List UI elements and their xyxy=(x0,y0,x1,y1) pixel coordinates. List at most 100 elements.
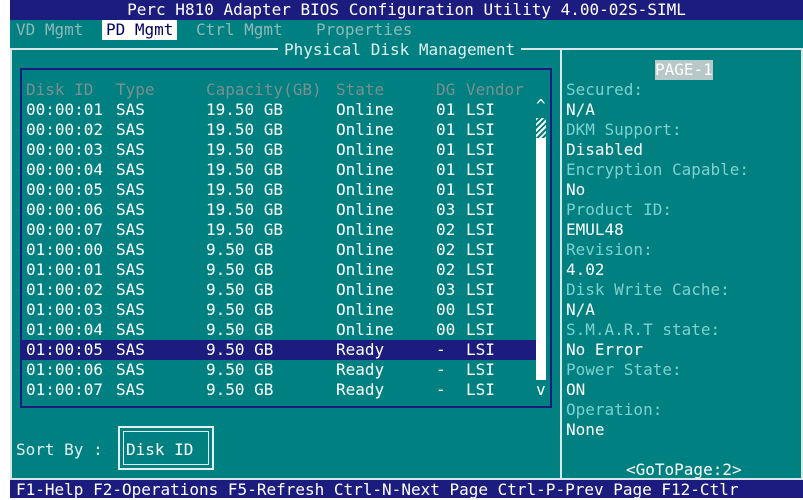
cell-dg: - xyxy=(436,340,446,359)
sort-by-value[interactable]: Disk ID xyxy=(126,440,193,460)
scroll-up-arrow[interactable]: ^ xyxy=(536,96,546,116)
detail-value: No Error xyxy=(566,340,644,359)
detail-value: Disabled xyxy=(566,140,644,159)
cell-dg: 01 xyxy=(436,180,456,199)
cell-state: Online xyxy=(336,240,394,259)
detail-value: No xyxy=(566,180,586,199)
tab-vd-mgmt[interactable]: VD Mgmt xyxy=(16,20,83,40)
cell-capacity: 19.50 GB xyxy=(206,160,284,179)
cell-type: SAS xyxy=(116,160,145,179)
window-edge xyxy=(0,20,10,498)
cell-capacity: 19.50 GB xyxy=(206,180,284,199)
cell-vendor: LSI xyxy=(466,300,495,319)
tab-properties[interactable]: Properties xyxy=(316,20,412,40)
cell-type: SAS xyxy=(116,240,145,259)
table-row[interactable]: 01:00:05 SAS 9.50 GB Ready - LSI xyxy=(22,340,536,360)
cell-capacity: 9.50 GB xyxy=(206,380,274,399)
cell-state: Online xyxy=(336,300,394,319)
cell-vendor: LSI xyxy=(466,280,495,299)
cell-state: Online xyxy=(336,140,394,159)
scroll-track-top[interactable] xyxy=(536,118,546,138)
table-row[interactable]: 00:00:05 SAS 19.50 GB Online 01 LSI xyxy=(22,180,536,200)
cell-type: SAS xyxy=(116,200,145,219)
cell-type: SAS xyxy=(116,100,145,119)
cell-dg: 02 xyxy=(436,220,456,239)
table-row[interactable]: 01:00:01 SAS 9.50 GB Online 02 LSI xyxy=(22,260,536,280)
cell-type: SAS xyxy=(116,180,145,199)
cell-disk-id: 00:00:03 xyxy=(26,140,104,159)
header-vendor[interactable]: Vendor xyxy=(466,80,524,100)
cell-disk-id: 01:00:05 xyxy=(26,340,104,359)
cell-capacity: 9.50 GB xyxy=(206,360,274,379)
header-dg[interactable]: DG xyxy=(436,80,455,100)
detail-value: 4.02 xyxy=(566,260,605,279)
cell-vendor: LSI xyxy=(466,260,495,279)
panel-title: Physical Disk Management xyxy=(278,40,522,60)
cell-vendor: LSI xyxy=(466,200,495,219)
detail-key: Disk Write Cache: xyxy=(566,280,730,299)
cell-vendor: LSI xyxy=(466,240,495,259)
table-row[interactable]: 00:00:01 SAS 19.50 GB Online 01 LSI xyxy=(22,100,536,120)
header-capacity[interactable]: Capacity(GB) xyxy=(206,80,322,100)
cell-state: Ready xyxy=(336,380,385,399)
table-row[interactable]: 00:00:07 SAS 19.50 GB Online 02 LSI xyxy=(22,220,536,240)
detail-value: ON xyxy=(566,380,586,399)
detail-value: N/A xyxy=(566,100,595,119)
cell-type: SAS xyxy=(116,260,145,279)
page-indicator: PAGE-1 xyxy=(655,60,713,80)
cell-disk-id: 01:00:02 xyxy=(26,280,104,299)
cell-state: Online xyxy=(336,320,394,339)
cell-state: Online xyxy=(336,180,394,199)
cell-state: Online xyxy=(336,200,394,219)
cell-capacity: 19.50 GB xyxy=(206,220,284,239)
cell-state: Online xyxy=(336,100,394,119)
table-row[interactable]: 00:00:02 SAS 19.50 GB Online 01 LSI xyxy=(22,120,536,140)
table-row[interactable]: 00:00:03 SAS 19.50 GB Online 01 LSI xyxy=(22,140,536,160)
cell-vendor: LSI xyxy=(466,180,495,199)
cell-type: SAS xyxy=(116,220,145,239)
cell-type: SAS xyxy=(116,300,145,319)
header-disk-id[interactable]: Disk ID xyxy=(26,80,93,100)
tab-pd-mgmt[interactable]: PD Mgmt xyxy=(102,20,178,40)
cell-dg: 01 xyxy=(436,120,456,139)
cell-dg: 02 xyxy=(436,240,456,259)
scroll-thumb[interactable] xyxy=(536,138,546,380)
detail-key: DKM Support: xyxy=(566,120,682,139)
table-row[interactable]: 00:00:06 SAS 19.50 GB Online 03 LSI xyxy=(22,200,536,220)
app-title: Perc H810 Adapter BIOS Configuration Uti… xyxy=(127,0,686,19)
footer-help: F1-Help F2-Operations F5-Refresh Ctrl-N-… xyxy=(16,480,739,499)
table-row[interactable]: 01:00:02 SAS 9.50 GB Online 03 LSI xyxy=(22,280,536,300)
table-row[interactable]: 01:00:03 SAS 9.50 GB Online 00 LSI xyxy=(22,300,536,320)
cell-capacity: 9.50 GB xyxy=(206,320,274,339)
panel-divider xyxy=(560,48,562,480)
header-type[interactable]: Type xyxy=(116,80,155,100)
table-row[interactable]: 01:00:07 SAS 9.50 GB Ready - LSI xyxy=(22,380,536,400)
cell-disk-id: 01:00:03 xyxy=(26,300,104,319)
table-row[interactable]: 01:00:06 SAS 9.50 GB Ready - LSI xyxy=(22,360,536,380)
cell-state: Online xyxy=(336,160,394,179)
detail-value: None xyxy=(566,420,605,439)
cell-disk-id: 01:00:04 xyxy=(26,320,104,339)
cell-disk-id: 00:00:04 xyxy=(26,160,104,179)
cell-dg: 01 xyxy=(436,160,456,179)
detail-key: Operation: xyxy=(566,400,663,419)
header-state[interactable]: State xyxy=(336,80,384,100)
table-row[interactable]: 01:00:00 SAS 9.50 GB Online 02 LSI xyxy=(22,240,536,260)
goto-page-button[interactable]: <GoToPage:2> xyxy=(626,460,742,480)
cell-capacity: 9.50 GB xyxy=(206,260,274,279)
detail-key: Revision: xyxy=(566,240,653,259)
cell-dg: 02 xyxy=(436,260,456,279)
cell-capacity: 19.50 GB xyxy=(206,120,284,139)
cell-dg: 03 xyxy=(436,200,456,219)
cell-type: SAS xyxy=(116,140,145,159)
table-row[interactable]: 00:00:04 SAS 19.50 GB Online 01 LSI xyxy=(22,160,536,180)
cell-disk-id: 00:00:02 xyxy=(26,120,104,139)
table-row[interactable]: 01:00:04 SAS 9.50 GB Online 00 LSI xyxy=(22,320,536,340)
cell-type: SAS xyxy=(116,120,145,139)
scroll-down-arrow[interactable]: v xyxy=(536,380,546,400)
tab-ctrl-mgmt[interactable]: Ctrl Mgmt xyxy=(196,20,283,40)
cell-vendor: LSI xyxy=(466,380,495,399)
cell-dg: - xyxy=(436,360,446,379)
cell-type: SAS xyxy=(116,320,145,339)
window-edge xyxy=(0,0,10,20)
